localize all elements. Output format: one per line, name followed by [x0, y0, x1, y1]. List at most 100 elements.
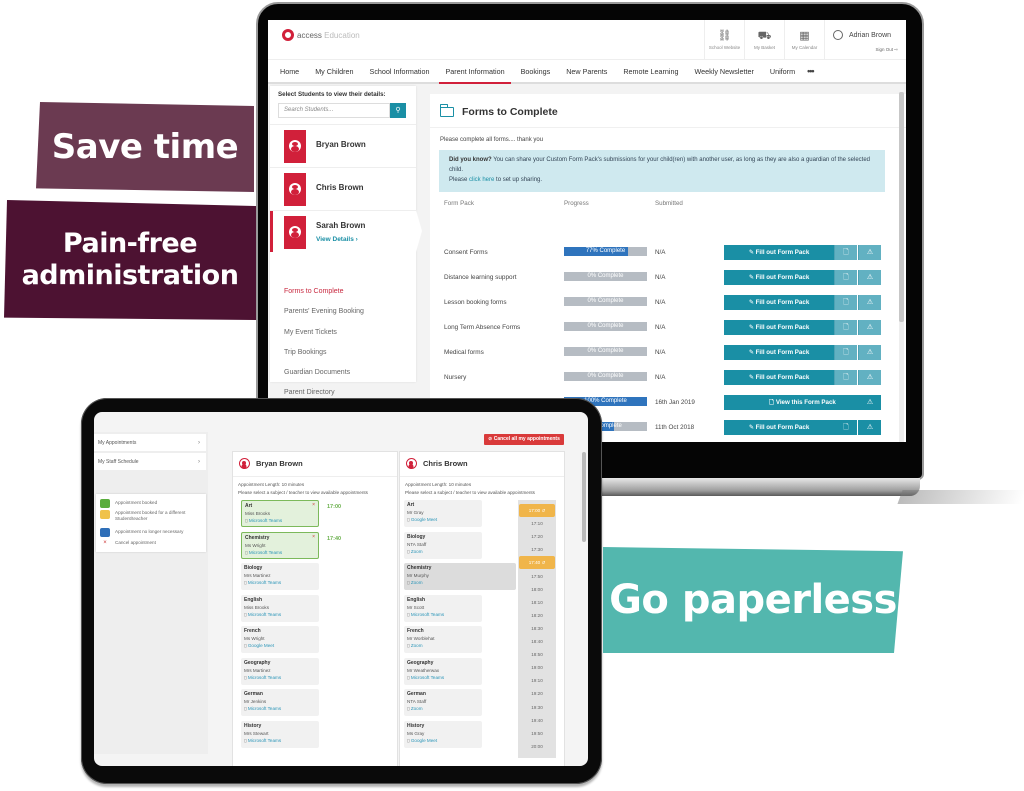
meeting-platform-link[interactable]: Microsoft Teams — [244, 705, 316, 712]
appointment-card[interactable]: HistoryMs GrayGoogle Meet — [404, 720, 482, 748]
download-button[interactable]: ⚠ — [858, 370, 881, 385]
fill-out-form-pack-button[interactable]: ✎ Fill out Form Pack — [724, 245, 834, 260]
appointment-card[interactable]: Art Miss BrooksMicrosoft Teams × — [241, 500, 319, 527]
meeting-platform-link[interactable]: Microsoft Teams — [407, 674, 479, 681]
my-staff-schedule-item[interactable]: My Staff Schedule › — [94, 453, 206, 471]
view-pdf-button[interactable]: 🗋 — [834, 320, 857, 335]
fill-out-form-pack-button[interactable]: ✎ Fill out Form Pack — [724, 345, 834, 360]
meeting-platform-link[interactable]: Microsoft Teams — [407, 611, 479, 618]
time-slot[interactable]: 19:10 — [518, 674, 556, 687]
user-menu[interactable]: Adrian Brown Sign Out ⇨ — [824, 20, 906, 60]
tablet-scrollbar[interactable] — [582, 452, 586, 542]
cancel-appointment-icon[interactable]: × — [312, 534, 315, 540]
student-card[interactable]: Chris Brown — [270, 167, 416, 209]
fill-out-form-pack-button[interactable]: ✎ Fill out Form Pack — [724, 320, 834, 335]
nav-bookings[interactable]: Bookings — [513, 59, 559, 83]
time-slot[interactable]: 17:20 — [518, 530, 556, 543]
student-card-active[interactable]: Sarah Brown View Details › — [270, 210, 422, 252]
view-pdf-button[interactable]: 🗋 — [834, 370, 857, 385]
meeting-platform-link[interactable]: Google Meet — [407, 737, 479, 744]
sidebar-item-trip-bookings[interactable]: Trip Bookings — [284, 343, 364, 363]
meeting-platform-link[interactable]: Microsoft Teams — [245, 549, 315, 556]
view-details-link[interactable]: View Details › — [316, 236, 358, 243]
download-button[interactable]: ⚠ — [858, 320, 881, 335]
time-slot[interactable]: 19:40 — [518, 714, 556, 727]
time-slot[interactable]: 18:30 — [518, 622, 556, 635]
fill-out-form-pack-button[interactable]: ✎ Fill out Form Pack — [724, 370, 834, 385]
my-calendar-button[interactable]: ▦ My Calendar — [784, 20, 824, 60]
download-button[interactable]: ⚠ — [858, 270, 881, 285]
sidebar-item-parents-evening[interactable]: Parents' Evening Booking — [284, 302, 364, 322]
time-slot[interactable]: 19:30 — [518, 701, 556, 714]
nav-more-icon[interactable]: ••• — [803, 66, 817, 76]
cancel-all-appointments-button[interactable]: ⊘ Cancel all my appointments — [484, 434, 564, 445]
nav-uniform[interactable]: Uniform — [762, 59, 803, 83]
appointment-card[interactable]: German Mr JenkinsMicrosoft Teams — [241, 689, 319, 716]
school-website-button[interactable]: ⛓ School Website — [704, 20, 744, 60]
nav-remote-learning[interactable]: Remote Learning — [615, 59, 686, 83]
click-here-link[interactable]: click here — [469, 177, 494, 183]
student-search-input[interactable]: Search Students... — [278, 103, 390, 118]
time-slot[interactable]: 17:50 — [518, 570, 556, 583]
appointment-card[interactable]: French Mr WorblehatZoom — [404, 626, 482, 653]
appointment-card[interactable]: German NTA StaffZoom — [404, 689, 482, 716]
appointment-card[interactable]: Biology Mrs MartinezMicrosoft Teams — [241, 563, 319, 590]
appointment-card[interactable]: EnglishMr ScottMicrosoft Teams — [404, 594, 482, 622]
meeting-platform-link[interactable]: Google Meet — [244, 642, 316, 649]
view-pdf-button[interactable]: 🗋 — [834, 245, 857, 260]
cancel-appointment-icon[interactable]: × — [312, 502, 315, 508]
nav-weekly-newsletter[interactable]: Weekly Newsletter — [687, 59, 762, 83]
download-button[interactable]: ⚠ — [858, 420, 881, 435]
appointment-card[interactable]: HistoryMrs StewartMicrosoft Teams — [241, 720, 319, 748]
time-slot-booked[interactable]: 17:00 ↺ — [519, 504, 555, 517]
meeting-platform-link[interactable]: Microsoft Teams — [244, 674, 316, 681]
appointment-card[interactable]: Art Mr GrayGoogle Meet — [404, 500, 482, 527]
meeting-platform-link[interactable]: Microsoft Teams — [244, 611, 316, 618]
time-slot[interactable]: 18:40 — [518, 635, 556, 648]
appointment-card[interactable]: French Ms WrightGoogle Meet — [241, 626, 319, 653]
view-pdf-button[interactable]: 🗋 — [834, 420, 857, 435]
time-slot[interactable]: 19:00 — [518, 661, 556, 674]
time-slot[interactable]: 19:20 — [518, 687, 556, 700]
view-pdf-button[interactable]: 🗋 — [834, 345, 857, 360]
time-slot[interactable]: 17:10 — [518, 517, 556, 530]
meeting-platform-link[interactable]: Zoom — [407, 642, 479, 649]
download-button[interactable]: ⚠ — [858, 345, 881, 360]
appointment-card[interactable]: BiologyNTA StaffZoom — [404, 531, 482, 559]
fill-out-form-pack-button[interactable]: ✎ Fill out Form Pack — [724, 270, 834, 285]
time-slot[interactable]: 17:30 — [518, 543, 556, 556]
nav-new-parents[interactable]: New Parents — [558, 59, 615, 83]
download-button[interactable]: ⚠ — [858, 295, 881, 310]
meeting-platform-link[interactable]: Google Meet — [407, 516, 479, 523]
time-slot[interactable]: 19:50 — [518, 727, 556, 740]
sidebar-item-forms-to-complete[interactable]: Forms to Complete — [284, 282, 364, 302]
scrollbar-thumb[interactable] — [899, 92, 904, 322]
nav-parent-information[interactable]: Parent Information — [437, 59, 512, 84]
meeting-platform-link[interactable]: Microsoft Teams — [244, 737, 316, 744]
time-slot[interactable]: 18:10 — [518, 596, 556, 609]
access-education-logo[interactable]: access Education — [282, 29, 360, 41]
time-slot[interactable]: 20:00 — [518, 740, 556, 753]
my-appointments-item[interactable]: My Appointments › — [94, 434, 206, 452]
time-slot-booked[interactable]: 17:40 ↺ — [519, 556, 555, 570]
fill-out-form-pack-button[interactable]: ✎ Fill out Form Pack — [724, 420, 834, 435]
student-card[interactable]: Bryan Brown — [270, 124, 416, 166]
time-slot[interactable]: 18:20 — [518, 609, 556, 622]
sign-out-link[interactable]: Sign Out ⇨ — [875, 47, 898, 53]
view-pdf-button[interactable]: 🗋 — [834, 295, 857, 310]
time-slot[interactable]: 18:50 — [518, 648, 556, 661]
sidebar-item-guardian-documents[interactable]: Guardian Documents — [284, 363, 364, 383]
meeting-platform-link[interactable]: Microsoft Teams — [244, 579, 316, 586]
download-button[interactable]: ⚠ — [858, 245, 881, 260]
appointment-card[interactable]: ChemistryMs WrightMicrosoft Teams × — [241, 531, 319, 559]
appointment-card[interactable]: EnglishMiss BrooksMicrosoft Teams — [241, 594, 319, 622]
sidebar-item-event-tickets[interactable]: My Event Tickets — [284, 323, 364, 343]
nav-my-children[interactable]: My Children — [307, 59, 361, 83]
time-slot[interactable]: 18:00 — [518, 583, 556, 596]
scrollbar[interactable] — [899, 92, 904, 442]
my-basket-button[interactable]: ⛟ My Basket — [744, 20, 784, 60]
nav-school-information[interactable]: School Information — [362, 59, 438, 83]
meeting-platform-link[interactable]: Zoom — [407, 548, 479, 555]
appointment-card[interactable]: GeographyMrs MartinezMicrosoft Teams — [241, 657, 319, 685]
fill-out-form-pack-button[interactable]: ✎ Fill out Form Pack — [724, 295, 834, 310]
